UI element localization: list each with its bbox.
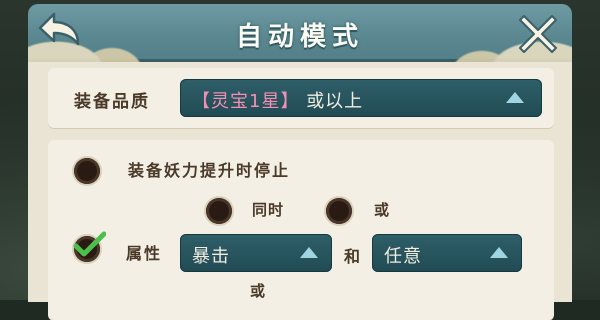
quality-label: 装备品质 bbox=[74, 92, 150, 112]
trailing-or-text: 或 bbox=[250, 282, 267, 300]
quality-row: 装备品质 【灵宝1星】 或以上 bbox=[48, 68, 554, 128]
attribute-dropdown-1-value: 暴击 bbox=[192, 246, 230, 267]
quality-dropdown-value: 【灵宝1星】 或以上 bbox=[192, 87, 363, 113]
or-label: 或 bbox=[374, 201, 391, 219]
back-arrow-icon bbox=[38, 12, 80, 46]
dialog-title: 自动模式 bbox=[235, 22, 364, 52]
attribute-checkbox[interactable] bbox=[72, 231, 106, 264]
attribute-dropdown-2-value: 任意 bbox=[384, 246, 422, 267]
dropdown-arrow-icon bbox=[490, 247, 508, 258]
or-radio[interactable] bbox=[326, 198, 352, 224]
dropdown-arrow-icon bbox=[300, 247, 318, 258]
simultaneous-radio[interactable] bbox=[206, 198, 232, 224]
attribute-dropdown-1[interactable]: 暴击 bbox=[180, 234, 332, 272]
close-icon bbox=[519, 15, 557, 53]
stop-on-power-up-label: 装备妖力提升时停止 bbox=[128, 161, 291, 180]
settings-panel: 装备品质 【灵宝1星】 或以上 装备妖力提升时停止 同时 或 属性 暴击 和 任… bbox=[28, 62, 572, 320]
and-connector: 和 bbox=[344, 247, 362, 266]
attribute-label: 属性 bbox=[126, 244, 163, 263]
stop-condition-card: 装备妖力提升时停止 同时 或 属性 暴击 和 任意 或 bbox=[48, 140, 554, 320]
stop-on-power-up-radio[interactable] bbox=[74, 158, 100, 184]
quality-suffix-text: 或以上 bbox=[306, 91, 364, 112]
dialog-header: 自动模式 bbox=[28, 4, 572, 62]
simultaneous-label: 同时 bbox=[252, 201, 285, 219]
close-button[interactable] bbox=[516, 10, 560, 54]
quality-grade-text: 【灵宝1星】 bbox=[192, 91, 300, 112]
attribute-dropdown-2[interactable]: 任意 bbox=[372, 234, 522, 272]
checkmark-icon bbox=[73, 231, 106, 257]
dropdown-arrow-icon bbox=[506, 92, 524, 103]
quality-dropdown[interactable]: 【灵宝1星】 或以上 bbox=[180, 79, 542, 117]
back-button[interactable] bbox=[34, 10, 84, 54]
